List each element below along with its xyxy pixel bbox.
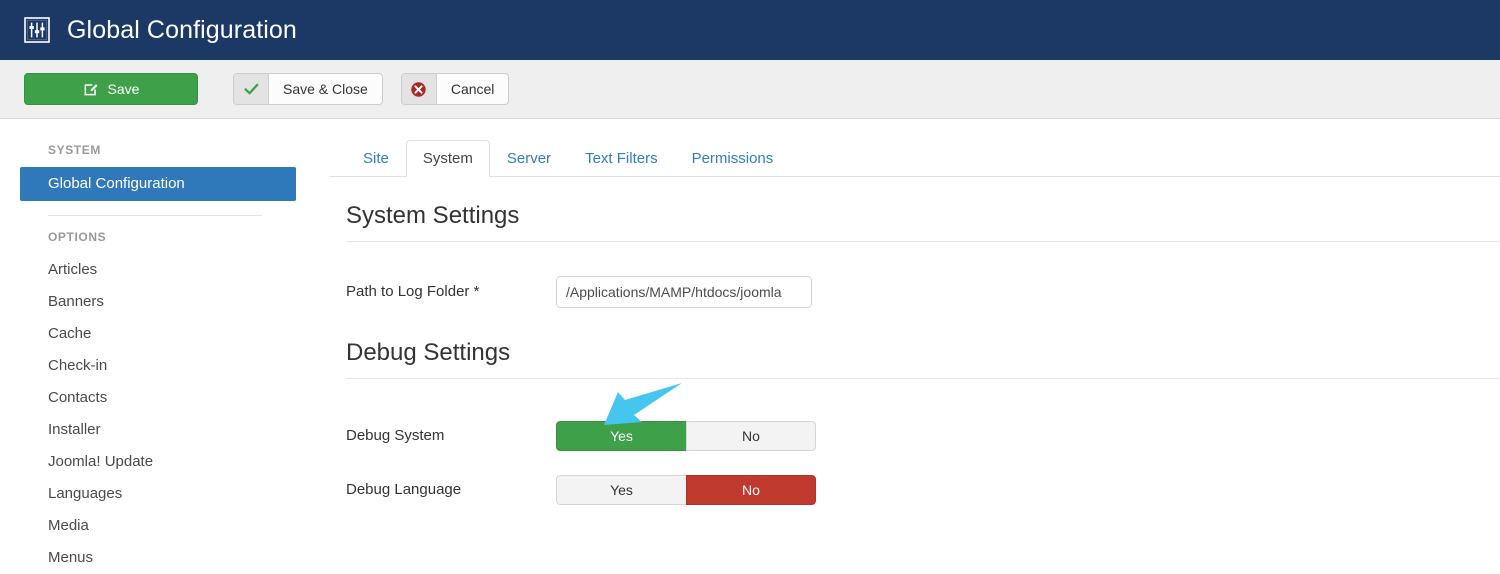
toolbar: Save Save & Close Cancel bbox=[0, 60, 1500, 119]
sidebar-group-heading-options: OPTIONS bbox=[48, 230, 107, 244]
debug-system-toggle: Yes No bbox=[556, 421, 816, 451]
tab-site[interactable]: Site bbox=[346, 140, 406, 177]
tab-bar: Site System Server Text Filters Permissi… bbox=[330, 139, 1500, 177]
sidebar-item-global-configuration[interactable]: Global Configuration bbox=[20, 167, 296, 201]
section-divider bbox=[346, 241, 1500, 242]
sidebar-item-media[interactable]: Media bbox=[0, 510, 330, 542]
path-to-log-folder-input[interactable] bbox=[556, 276, 812, 308]
app-header: Global Configuration bbox=[0, 0, 1500, 60]
cancel-button-label: Cancel bbox=[450, 81, 495, 97]
debug-language-toggle: Yes No bbox=[556, 475, 816, 505]
sidebar-item-articles[interactable]: Articles bbox=[0, 254, 330, 286]
sliders-icon bbox=[24, 17, 50, 43]
cancel-circle-icon bbox=[401, 74, 437, 104]
save-and-close-button[interactable]: Save & Close bbox=[233, 73, 383, 105]
tab-server[interactable]: Server bbox=[490, 140, 568, 177]
debug-language-yes-option[interactable]: Yes bbox=[556, 475, 686, 505]
field-label-path-to-log-folder: Path to Log Folder * bbox=[346, 283, 480, 300]
save-button[interactable]: Save bbox=[24, 73, 198, 105]
field-label-debug-language: Debug Language bbox=[346, 481, 462, 498]
save-button-label: Save bbox=[107, 81, 140, 97]
field-row-debug-language: Debug Language Yes No bbox=[330, 475, 1500, 505]
section-divider bbox=[346, 378, 1500, 379]
check-icon bbox=[234, 74, 269, 104]
debug-language-no-option[interactable]: No bbox=[686, 475, 816, 505]
save-and-close-button-label: Save & Close bbox=[283, 81, 368, 97]
sidebar-item-contacts[interactable]: Contacts bbox=[0, 382, 330, 414]
debug-system-yes-option[interactable]: Yes bbox=[556, 421, 686, 451]
section-title-system-settings: System Settings bbox=[346, 202, 520, 229]
content-area: Site System Server Text Filters Permissi… bbox=[330, 119, 1500, 531]
page-body: SYSTEM Global Configuration OPTIONS Arti… bbox=[0, 119, 1500, 566]
field-row-path-to-log-folder: Path to Log Folder * bbox=[330, 276, 1500, 308]
page-title: Global Configuration bbox=[67, 15, 297, 44]
debug-system-no-option[interactable]: No bbox=[686, 421, 816, 451]
sidebar-item-joomla-update[interactable]: Joomla! Update bbox=[0, 446, 330, 478]
sidebar-item-cache[interactable]: Cache bbox=[0, 318, 330, 350]
edit-square-icon bbox=[84, 84, 98, 96]
tab-permissions[interactable]: Permissions bbox=[675, 140, 791, 177]
tab-system[interactable]: System bbox=[405, 140, 490, 177]
section-title-debug-settings: Debug Settings bbox=[346, 339, 511, 366]
tab-text-filters[interactable]: Text Filters bbox=[568, 140, 675, 177]
field-label-debug-system: Debug System bbox=[346, 427, 445, 444]
cancel-button[interactable]: Cancel bbox=[400, 73, 510, 105]
sidebar-item-languages[interactable]: Languages bbox=[0, 478, 330, 510]
sidebar-group-heading-system: SYSTEM bbox=[48, 143, 101, 157]
sidebar-item-banners[interactable]: Banners bbox=[0, 286, 330, 318]
sidebar-item-menus[interactable]: Menus bbox=[0, 542, 330, 574]
sidebar-item-label: Global Configuration bbox=[48, 175, 185, 192]
sidebar-item-check-in[interactable]: Check-in bbox=[0, 350, 330, 382]
sidebar: SYSTEM Global Configuration OPTIONS Arti… bbox=[0, 119, 330, 566]
sidebar-item-installer[interactable]: Installer bbox=[0, 414, 330, 446]
field-row-debug-system: Debug System Yes No bbox=[330, 421, 1500, 451]
